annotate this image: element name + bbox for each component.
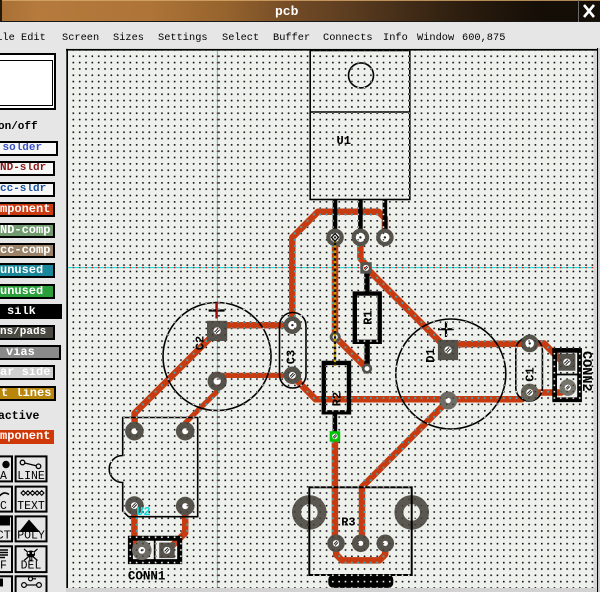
svg-text:DEL: DEL bbox=[21, 560, 42, 573]
svg-text:TEXT: TEXT bbox=[17, 500, 45, 513]
svg-text:C2: C2 bbox=[194, 336, 208, 350]
svg-text:CONN2: CONN2 bbox=[578, 351, 593, 392]
svg-text:D1: D1 bbox=[424, 348, 438, 362]
svg-text:R3: R3 bbox=[341, 516, 355, 530]
svg-text:ARC: ARC bbox=[0, 500, 7, 513]
svg-text:BUF: BUF bbox=[0, 560, 7, 573]
svg-text:VIA: VIA bbox=[0, 470, 7, 483]
svg-text:RECT: RECT bbox=[0, 530, 11, 543]
svg-text:C1: C1 bbox=[523, 367, 537, 381]
svg-text:LINE: LINE bbox=[17, 470, 45, 483]
svg-text:U1: U1 bbox=[337, 134, 351, 148]
svg-text:CONN1: CONN1 bbox=[128, 570, 166, 584]
svg-text:U2: U2 bbox=[136, 505, 150, 519]
svg-text:R2: R2 bbox=[330, 392, 344, 406]
svg-text:R1: R1 bbox=[361, 310, 375, 324]
svg-text:C3: C3 bbox=[284, 350, 298, 364]
